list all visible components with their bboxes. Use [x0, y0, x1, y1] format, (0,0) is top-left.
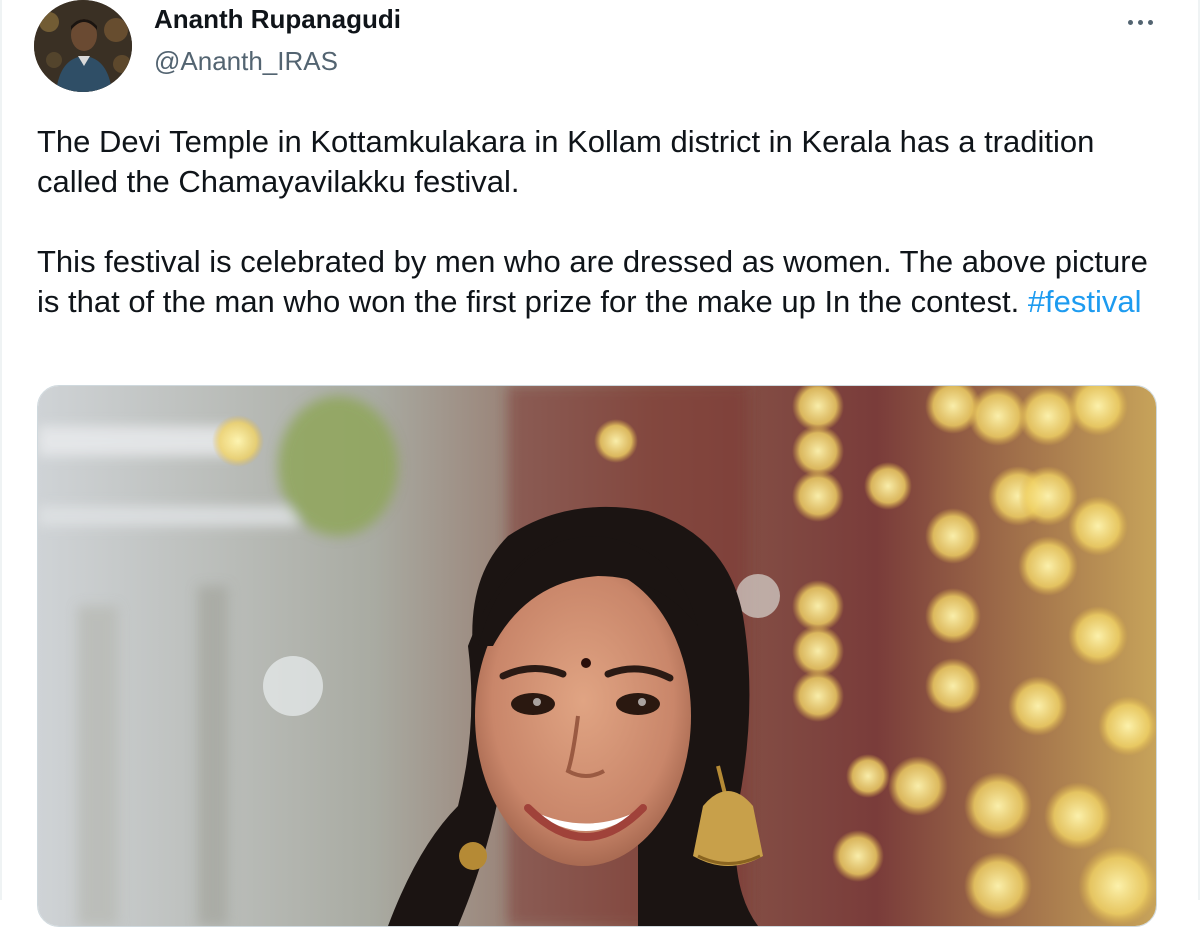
more-options-icon[interactable]: [1118, 4, 1162, 40]
hashtag-link[interactable]: #festival: [1028, 284, 1142, 319]
more-dot: [1127, 19, 1133, 25]
timeline-left-border: [0, 0, 2, 900]
tweet-text: The Devi Temple in Kottamkulakara in Kol…: [37, 122, 1167, 322]
author-name[interactable]: Ananth Rupanagudi: [154, 4, 401, 35]
more-dot: [1147, 19, 1153, 25]
author-avatar[interactable]: [34, 0, 132, 92]
tweet-paragraph-2-text: This festival is celebrated by men who a…: [37, 244, 1148, 319]
tweet-media-photo[interactable]: [37, 385, 1157, 927]
tweet-paragraph-2: This festival is celebrated by men who a…: [37, 242, 1167, 322]
more-dot: [1137, 19, 1143, 25]
author-handle[interactable]: @Ananth_IRAS: [154, 46, 338, 77]
tweet-paragraph-1: The Devi Temple in Kottamkulakara in Kol…: [37, 124, 1095, 199]
